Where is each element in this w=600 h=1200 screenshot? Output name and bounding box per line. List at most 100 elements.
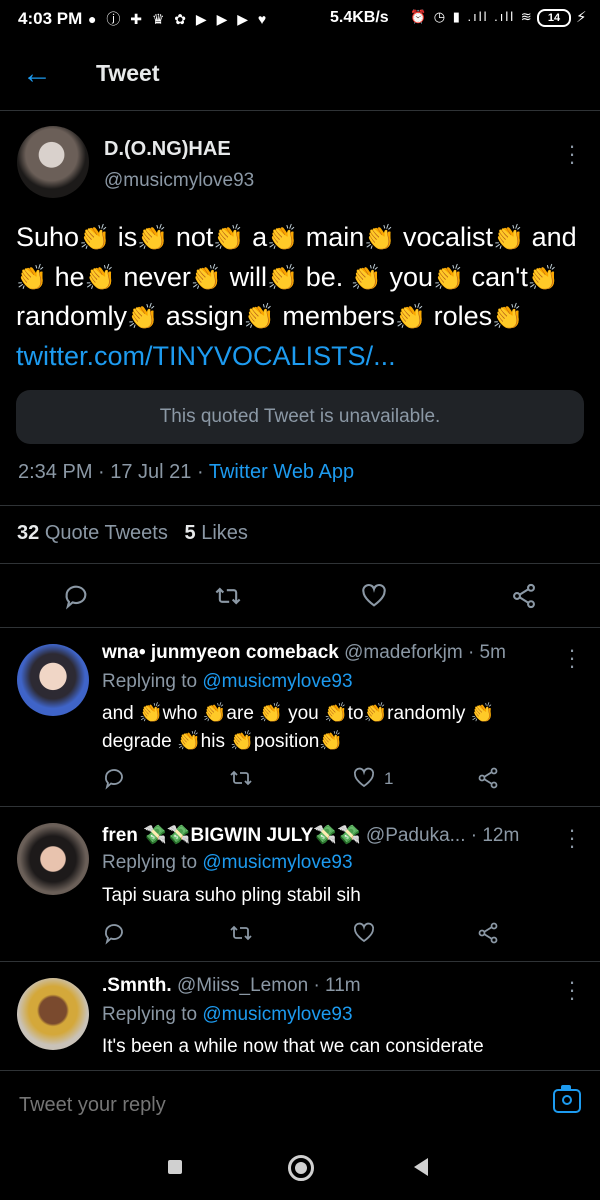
reply-text-line: degrade 👏his 👏position👏 — [102, 731, 344, 752]
reply-avatar[interactable] — [17, 644, 89, 716]
clap-emoji: 👏 — [243, 303, 275, 331]
clap-emoji: 👏 — [394, 303, 427, 331]
tweet-body: Suho👏 is👏 not👏 a👏 main👏 vocalist👏 and👏 h… — [16, 218, 586, 375]
status-time: 4:03 PM — [18, 9, 83, 28]
notification-icons: ● ⓙ ✚ ♛ ✿ ▶ ▶ ▶ ♥ — [88, 11, 270, 27]
charging-icon: ⚡ — [576, 9, 587, 26]
like-icon[interactable] — [360, 582, 388, 610]
clap-emoji: 👏 — [213, 224, 245, 252]
reply-text: and 👏who 👏are 👏 you 👏to👏randomly 👏 degra… — [102, 700, 552, 756]
clap-emoji: 👏 — [79, 224, 111, 252]
clap-emoji: 👏 — [137, 224, 169, 252]
tweet-source-link[interactable]: Twitter Web App — [209, 461, 354, 483]
tweet-word: a — [252, 222, 268, 252]
tweet-word: Suho — [16, 222, 80, 252]
reply-text-line: and 👏who 👏are 👏 you 👏to👏randomly 👏 — [102, 703, 495, 724]
author-avatar[interactable] — [17, 126, 89, 198]
tweet-word: is — [117, 222, 138, 252]
clap-emoji: 👏 — [492, 224, 525, 252]
network-speed: 5.4KB/s — [330, 9, 389, 26]
replying-to-handle[interactable]: @musicmylove93 — [202, 1004, 352, 1025]
tweet-word: you — [389, 261, 433, 292]
reply-author-name: .Smnth. — [102, 975, 172, 996]
back-arrow-icon[interactable]: ← — [22, 59, 52, 90]
replying-to: Replying to @musicmylove93 — [102, 1004, 353, 1026]
battery-icon: 14 — [537, 9, 571, 27]
share-icon[interactable] — [510, 582, 538, 610]
clap-emoji: 👏 — [84, 263, 116, 292]
tweet-word: can't — [471, 261, 528, 292]
share-icon[interactable] — [476, 921, 500, 945]
reply-icon[interactable] — [102, 766, 126, 790]
back-icon[interactable] — [414, 1158, 428, 1176]
reply-author[interactable]: .Smnth. @Miiss_Lemon · 11m — [102, 975, 361, 997]
reply-author-handle: @madeforkjm · 5m — [344, 642, 506, 663]
more-options-icon[interactable]: · · · — [562, 639, 582, 677]
tweet-word: and — [531, 222, 577, 252]
camera-icon[interactable] — [553, 1085, 581, 1113]
system-nav-bar — [0, 1134, 600, 1200]
more-options-icon[interactable]: · · · — [562, 971, 582, 1009]
tweet-word: will — [229, 261, 268, 292]
divider — [0, 627, 600, 628]
clap-emoji: 👏 — [364, 224, 396, 252]
replying-to: Replying to @musicmylove93 — [102, 671, 353, 693]
replying-to-handle[interactable]: @musicmylove93 — [202, 852, 352, 873]
reply-avatar[interactable] — [17, 823, 89, 895]
more-options-icon[interactable]: · · · — [562, 819, 582, 857]
tweet-word: he — [54, 261, 85, 292]
reply-text-line: Tapi suara suho pling stabil sih — [102, 885, 361, 906]
status-bar: 4:03 PM ● ⓙ ✚ ♛ ✿ ▶ ▶ ▶ ♥ 5.4KB/s ⏰ ◷ ▮ … — [0, 0, 600, 38]
divider — [0, 505, 600, 506]
tweet-timestamp: 2:34 PM · 17 Jul 21 · Twitter Web App — [18, 461, 354, 484]
more-options-icon[interactable]: · · · — [562, 135, 582, 173]
reply-icon[interactable] — [62, 582, 90, 610]
replying-to-handle[interactable]: @musicmylove93 — [202, 671, 352, 692]
reply-text: It's been a while now that we can consid… — [102, 1033, 582, 1061]
clap-emoji: 👏 — [350, 263, 382, 292]
clap-emoji: 👏 — [16, 263, 48, 292]
reply-author-handle: @Miiss_Lemon · 11m — [176, 975, 361, 996]
reply-author[interactable]: fren 💸💸BIGWIN JULY💸💸 @Paduka... · 12m — [102, 823, 519, 847]
replying-prefix: Replying to — [102, 1004, 203, 1025]
tweet-word: members — [282, 301, 395, 331]
clap-emoji: 👏 — [432, 263, 465, 292]
reply-icon[interactable] — [102, 921, 126, 945]
clap-emoji: 👏 — [492, 303, 524, 331]
quote-tweets-link[interactable]: Quote Tweets — [45, 522, 168, 544]
tweet-word: never — [123, 261, 191, 292]
divider — [0, 961, 600, 962]
likes-link[interactable]: Likes — [201, 522, 248, 544]
reply-avatar[interactable] — [17, 978, 89, 1050]
replying-prefix: Replying to — [102, 852, 203, 873]
tweet-link[interactable]: twitter.com/TINYVOCALISTS/... — [16, 341, 396, 371]
author-name[interactable]: D.(O.NG)HAE — [104, 138, 231, 161]
retweet-icon[interactable] — [229, 766, 253, 790]
engagement-counts: 32 Quote Tweets 5 Likes — [17, 522, 248, 545]
tweet-word: not — [175, 222, 214, 252]
reply-author[interactable]: wna• junmyeon comeback @madeforkjm · 5m — [102, 642, 506, 664]
retweet-icon[interactable] — [214, 582, 242, 610]
share-icon[interactable] — [476, 766, 500, 790]
like-icon[interactable] — [352, 921, 376, 945]
divider — [0, 806, 600, 807]
clap-emoji: 👏 — [267, 263, 299, 292]
tweet-word: vocalist — [402, 222, 493, 252]
page-title: Tweet — [96, 60, 160, 86]
replying-prefix: Replying to — [102, 671, 203, 692]
like-icon[interactable] — [352, 766, 376, 790]
system-icons: ⏰ ◷ ▮ .ıll .ıll ≋ — [410, 9, 534, 24]
app-header: ← Tweet — [0, 38, 600, 111]
reply-like-count: 1 — [384, 769, 394, 788]
replying-to: Replying to @musicmylove93 — [102, 852, 353, 874]
retweet-icon[interactable] — [229, 921, 253, 945]
divider — [0, 563, 600, 564]
recents-icon[interactable] — [168, 1160, 182, 1174]
tweet-word: randomly — [16, 301, 128, 331]
clap-emoji: 👏 — [190, 263, 223, 292]
tweet-word: assign — [165, 301, 244, 331]
home-icon[interactable] — [288, 1155, 314, 1181]
author-handle[interactable]: @musicmylove93 — [104, 170, 254, 192]
reply-input[interactable] — [17, 1093, 521, 1118]
clap-emoji: 👏 — [267, 224, 299, 252]
